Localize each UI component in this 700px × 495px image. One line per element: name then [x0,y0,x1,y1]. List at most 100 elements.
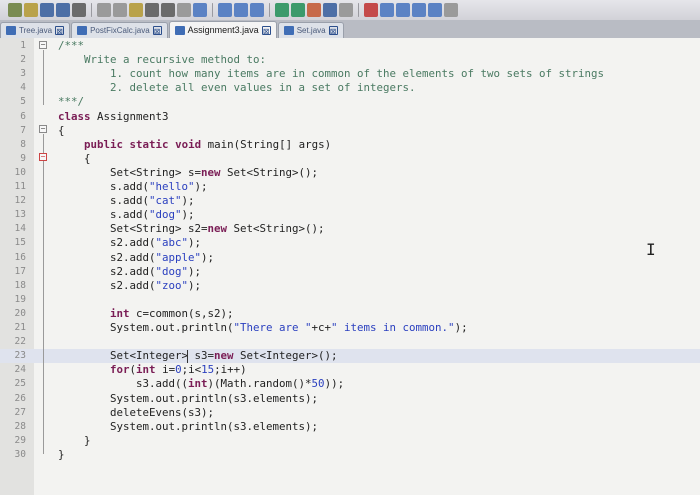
code-line[interactable]: 24 for(int i=0;i<15;i++) [0,363,700,377]
code-line[interactable]: 8 public static void main(String[] args) [0,138,700,152]
code-text[interactable]: s2.add("dog"); [58,265,201,279]
paste-icon[interactable] [129,3,143,17]
code-text[interactable]: s.add("cat"); [58,194,195,208]
step-icon[interactable] [412,3,426,17]
code-line[interactable]: 7{ [0,124,700,138]
code-text[interactable]: s2.add("zoo"); [58,279,201,293]
line-number: 8 [20,138,26,150]
build-icon[interactable] [291,3,305,17]
redo-icon[interactable] [161,3,175,17]
code-line[interactable]: 9 { [0,152,700,166]
paragraph-icon[interactable] [250,3,264,17]
code-line[interactable]: 14 Set<String> s2=new Set<String>(); [0,222,700,236]
code-text[interactable]: { [58,152,91,166]
code-text[interactable]: /*** [58,39,84,53]
code-text[interactable]: Write a recursive method to: [58,53,266,67]
code-text[interactable]: s3.add((int)(Math.random()*50)); [58,377,344,391]
code-line[interactable]: 20 int c=common(s,s2); [0,307,700,321]
code-text[interactable]: Set<String> s2=new Set<String>(); [58,222,325,236]
unindent-icon[interactable] [234,3,248,17]
applet-icon[interactable] [323,3,337,17]
code-line[interactable]: 17 s2.add("dog"); [0,265,700,279]
code-line[interactable]: 2 Write a recursive method to: [0,53,700,67]
breakpoint-icon[interactable] [364,3,378,17]
code-text[interactable]: ***/ [58,95,84,109]
code-line[interactable]: 4 2. delete all even values in a set of … [0,81,700,95]
tab-postfixcalc-java[interactable]: PostFixCalc.java ⊠ [71,22,168,38]
code-line[interactable]: 27 deleteEvens(s3); [0,406,700,420]
code-text[interactable]: { [58,124,65,138]
code-line[interactable]: 19 [0,293,700,307]
code-text[interactable]: System.out.println("There are "+c+" item… [58,321,468,335]
find-icon[interactable] [177,3,191,17]
code-line[interactable]: 15 s2.add("abc"); [0,236,700,250]
fold-toggle-icon[interactable]: − [39,153,47,161]
tab-set-java[interactable]: Set.java ⊠ [277,22,344,38]
line-number: 19 [14,293,26,305]
code-line[interactable]: 28 System.out.println(s3.elements); [0,420,700,434]
code-line[interactable]: 25 s3.add((int)(Math.random()*50)); [0,377,700,391]
code-line[interactable]: 12 s.add("cat"); [0,194,700,208]
pause-icon[interactable] [396,3,410,17]
close-icon[interactable]: ⊠ [328,26,338,36]
code-line[interactable]: 18 s2.add("zoo"); [0,279,700,293]
code-line[interactable]: 26 System.out.println(s3.elements); [0,392,700,406]
java-file-icon [283,26,294,35]
replace-icon[interactable] [193,3,207,17]
code-line[interactable]: 16 s2.add("apple"); [0,251,700,265]
code-text[interactable]: int c=common(s,s2); [58,307,234,321]
code-text[interactable]: s.add("dog"); [58,208,195,222]
code-text[interactable]: for(int i=0;i<15;i++) [58,363,247,377]
code-line[interactable]: 10 Set<String> s=new Set<String>(); [0,166,700,180]
window-icon[interactable] [444,3,458,17]
close-icon[interactable]: ⊠ [55,26,65,36]
code-line[interactable]: 1 /*** [0,39,700,53]
code-text[interactable]: class Assignment3 [58,110,169,124]
code-text[interactable]: public static void main(String[] args) [58,138,331,152]
debug-icon[interactable] [339,3,353,17]
code-line[interactable]: 13 s.add("dog"); [0,208,700,222]
fold-toggle-icon[interactable]: − [39,41,47,49]
code-text[interactable]: Set<Integer> s3=new Set<Integer>(); [58,349,338,363]
code-text[interactable]: s2.add("apple"); [58,251,214,265]
line-number: 1 [20,40,26,51]
new-file-icon[interactable] [8,3,22,17]
code-line[interactable]: 22 [0,335,700,349]
fold-toggle-icon[interactable]: − [39,125,47,133]
code-text[interactable]: } [58,448,65,462]
tab-assignment3-java[interactable]: Assignment3.java ⊠ [168,21,277,38]
code-text[interactable]: 1. count how many items are in common of… [58,67,604,81]
copy-icon[interactable] [113,3,127,17]
code-line[interactable]: 23 Set<Integer> s3=new Set<Integer>(); [0,349,700,364]
save-all-icon[interactable] [56,3,70,17]
code-text[interactable]: s2.add("abc"); [58,236,201,250]
cut-icon[interactable] [97,3,111,17]
code-text[interactable]: } [58,434,91,448]
code-line[interactable]: 11 s.add("hello"); [0,180,700,194]
code-text[interactable]: System.out.println(s3.elements); [58,392,318,406]
close-icon[interactable]: ⊠ [261,25,271,36]
code-line[interactable]: 5 ***/ [0,95,700,109]
print-icon[interactable] [72,3,86,17]
open-file-icon[interactable] [24,3,38,17]
code-line[interactable]: 6 class Assignment3 [0,110,700,124]
compile-icon[interactable] [275,3,289,17]
code-line[interactable]: 30} [0,448,700,462]
code-editor[interactable]: 1 /*** 2 Write a recursive method to: 3 1. … [0,38,700,495]
code-text[interactable]: Set<String> s=new Set<String>(); [58,166,318,180]
undo-icon[interactable] [145,3,159,17]
code-line[interactable]: 29 } [0,434,700,448]
save-icon[interactable] [40,3,54,17]
stop-icon[interactable] [380,3,394,17]
code-text[interactable]: System.out.println(s3.elements); [58,420,318,434]
code-text[interactable]: s.add("hello"); [58,180,208,194]
run-icon[interactable] [307,3,321,17]
code-text[interactable]: deleteEvens(s3); [58,406,214,420]
code-text[interactable]: 2. delete all even values in a set of in… [58,81,416,95]
code-line[interactable]: 3 1. count how many items are in common … [0,67,700,81]
close-icon[interactable]: ⊠ [152,26,162,36]
indent-icon[interactable] [218,3,232,17]
code-line[interactable]: 21 System.out.println("There are "+c+" i… [0,321,700,335]
tab-tree-java[interactable]: Tree.java ⊠ [0,22,71,38]
resume-icon[interactable] [428,3,442,17]
